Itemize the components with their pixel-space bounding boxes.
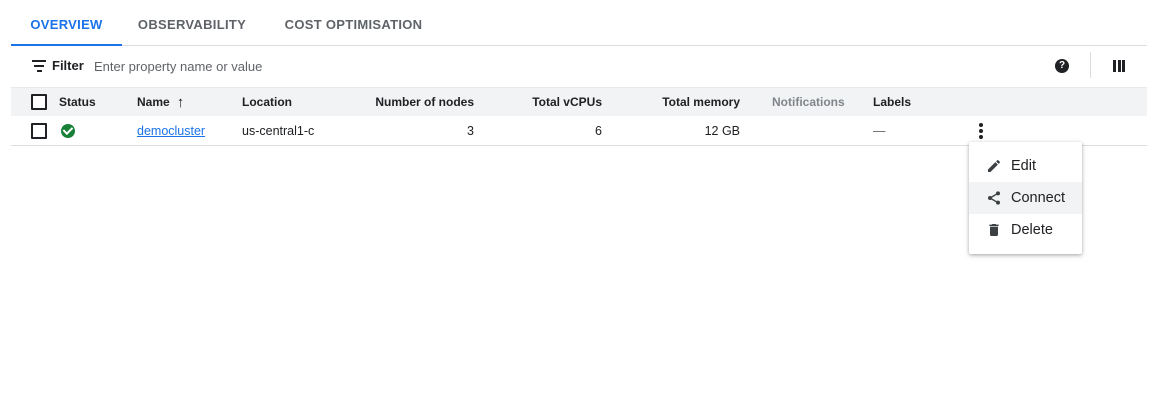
- status-ok-icon: [61, 123, 75, 138]
- column-header-nodes[interactable]: Number of nodes: [341, 88, 474, 116]
- tab-overview[interactable]: OVERVIEW: [11, 0, 122, 45]
- row-checkbox[interactable]: [31, 122, 47, 139]
- tab-bar: OVERVIEW OBSERVABILITY COST OPTIMISATION: [11, 0, 1147, 46]
- column-header-notifications: Notifications: [772, 95, 845, 109]
- row-actions-menu: Edit Connect Delete: [969, 142, 1082, 254]
- location-cell: us-central1-c: [242, 123, 315, 138]
- menu-item-connect[interactable]: Connect: [969, 182, 1082, 214]
- row-actions-menu-icon[interactable]: [976, 123, 986, 139]
- sort-ascending-icon[interactable]: ↑: [177, 95, 185, 110]
- trash-icon: [989, 224, 999, 236]
- nodes-cell: 3: [467, 123, 474, 138]
- filter-input[interactable]: [94, 56, 494, 76]
- column-header-vcpus[interactable]: Total vCPUs: [491, 88, 602, 116]
- column-header-name[interactable]: Name ↑: [137, 88, 184, 116]
- cluster-name-cell: democluster: [137, 116, 205, 145]
- memory-cell: 12 GB: [704, 123, 740, 138]
- row-select-cell: [31, 116, 47, 145]
- help-icon[interactable]: ?: [1055, 59, 1069, 73]
- toolbar-divider: [1090, 52, 1091, 78]
- column-header-status[interactable]: Status: [59, 88, 96, 116]
- column-header-labels[interactable]: Labels: [873, 88, 911, 116]
- tab-observability[interactable]: OBSERVABILITY: [133, 0, 251, 45]
- menu-item-delete-label: Delete: [1011, 222, 1053, 238]
- share-connect-icon: [988, 191, 1000, 205]
- table-header: Status Name ↑ Location Number of nodes T…: [11, 87, 1147, 117]
- menu-item-delete[interactable]: Delete: [969, 214, 1082, 246]
- filter-label[interactable]: Filter: [52, 58, 84, 73]
- menu-item-connect-label: Connect: [1011, 190, 1066, 206]
- menu-item-edit-label: Edit: [1011, 158, 1036, 174]
- column-header-name-label: Name: [137, 95, 170, 109]
- cluster-name-link[interactable]: democluster: [137, 124, 205, 138]
- filter-bar: Filter ?: [11, 46, 1147, 86]
- filter-icon[interactable]: [32, 60, 46, 72]
- status-cell: [61, 116, 75, 145]
- vcpus-cell: 6: [595, 123, 602, 138]
- menu-item-edit[interactable]: Edit: [969, 150, 1082, 182]
- column-display-icon[interactable]: [1113, 60, 1125, 72]
- pencil-icon: [988, 159, 1001, 172]
- column-header-memory[interactable]: Total memory: [621, 88, 740, 116]
- tab-cost-optimisation[interactable]: COST OPTIMISATION: [276, 0, 431, 45]
- select-all-cell: [31, 88, 47, 116]
- labels-cell: —: [873, 123, 886, 138]
- select-all-checkbox[interactable]: [31, 94, 47, 110]
- column-header-location[interactable]: Location: [242, 88, 292, 116]
